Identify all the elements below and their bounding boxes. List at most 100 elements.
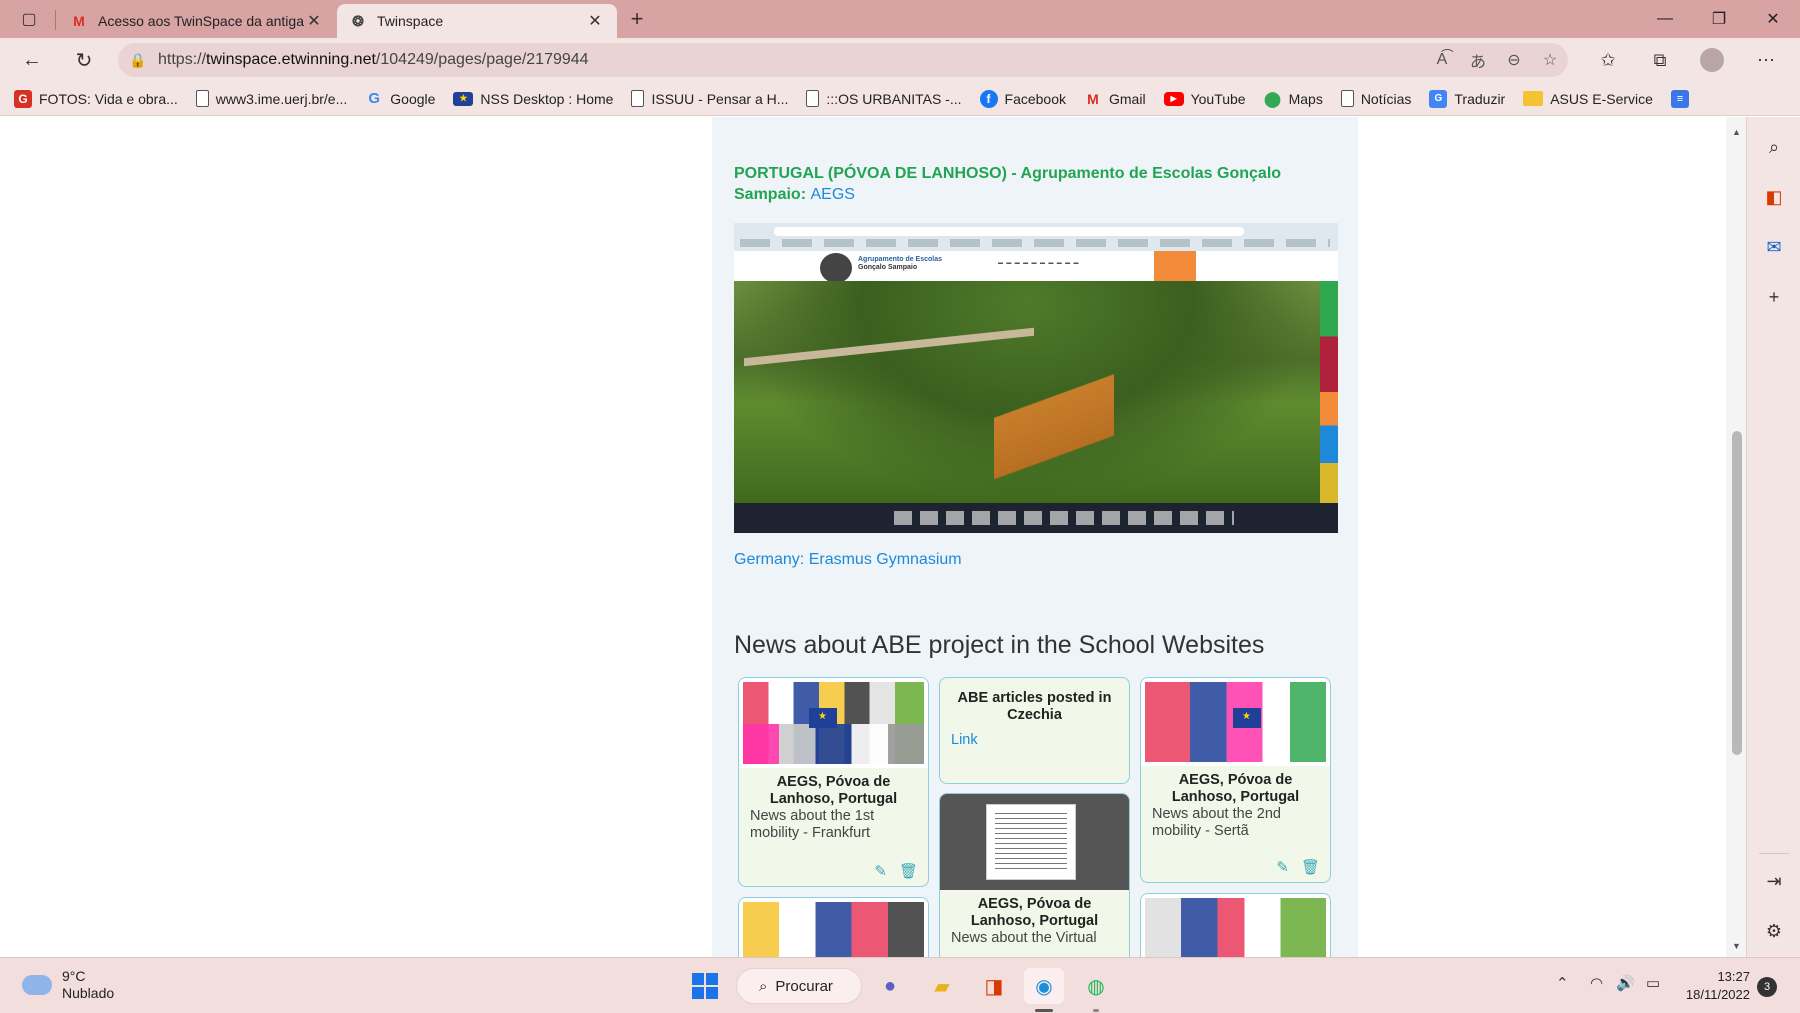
aegs-link[interactable]: AEGS [810,186,854,203]
school-heading: PORTUGAL (PÓVOA DE LANHOSO) - Agrupament… [734,163,1334,205]
canopy-shape [744,327,1034,367]
facebook-icon: f [979,89,998,108]
sidebar-divider [1759,853,1789,854]
close-tab-icon[interactable]: ✕ [304,11,324,31]
tab-twinspace[interactable]: ❂ Twinspace ✕ [337,4,617,38]
weather-condition: Nublado [62,985,115,1001]
show-hidden-icons-icon[interactable]: ⌃ [1556,974,1569,992]
scroll-up-icon[interactable]: ▲ [1732,127,1741,137]
g-icon: G [14,89,32,108]
hide-sidebar-icon[interactable]: ⇥ [1758,865,1790,897]
sidebar-settings-icon[interactable]: ⚙ [1758,915,1790,947]
page-icon [806,90,820,107]
favorite-youtube[interactable]: ▶ YouTube [1163,91,1246,107]
minimize-button[interactable]: — [1640,0,1690,38]
favorite-nss-desktop[interactable]: ★ NSS Desktop : Home [453,91,613,107]
favorite-facebook[interactable]: f Facebook [979,89,1066,108]
windows-taskbar: 9°C Nublado ⌕ Procurar ● ▰ ◨ ◉ ◍ ⌃ ◠ 🔊 ▭ … [0,957,1800,1013]
refresh-button[interactable]: ↻ [68,45,100,75]
battery-icon[interactable]: ▭ [1646,974,1660,992]
profile-avatar[interactable] [1694,45,1730,75]
news-card[interactable]: AEGS, Póvoa de Lanhoso, Portugal News ab… [1140,677,1331,883]
close-tab-icon[interactable]: ✕ [585,11,605,31]
new-tab-button[interactable]: + [622,6,652,32]
back-button[interactable]: ← [16,45,48,75]
tab-gmail[interactable]: M Acesso aos TwinSpace da antiga ✕ [58,4,336,38]
teams-chat-icon[interactable]: ● [870,968,910,1004]
edge-browser-icon[interactable]: ◉ [1024,968,1064,1004]
gmail-icon: M [73,13,85,29]
more-menu-icon[interactable]: ⋯ [1748,45,1784,75]
cloud-icon [22,975,52,995]
school-photo [734,281,1320,503]
wifi-icon[interactable]: ◠ [1590,974,1603,992]
temperature: 9°C [62,968,86,984]
start-button[interactable] [685,968,725,1004]
favorite-google[interactable]: G Google [365,90,435,108]
news-card[interactable] [1140,893,1331,957]
system-clock[interactable]: 13:27 18/11/2022 [1678,968,1750,1004]
screenshot-browser-chrome [734,223,1338,251]
card-link[interactable]: Link [940,724,1129,756]
favorite-maps[interactable]: ⬤ Maps [1264,90,1323,108]
edit-icon[interactable]: ✎ [1276,858,1289,876]
scroll-down-icon[interactable]: ▼ [1732,941,1741,951]
favorite-noticias[interactable]: Notícias [1340,90,1411,107]
card-thumbnail [940,794,1129,890]
news-card[interactable]: AEGS, Póvoa de Lanhoso, Portugal News ab… [939,793,1130,957]
spotify-icon[interactable]: ◍ [1076,968,1116,1004]
read-aloud-icon[interactable]: A͡ [1424,51,1460,69]
favorite-asus-eservice[interactable]: ASUS E-Service [1523,91,1653,107]
card-description: News about the Virtual [951,930,1097,946]
twinspace-icon: ❂ [352,12,364,29]
address-bar[interactable]: 🔒 https://twinspace.etwinning.net/104249… [118,43,1568,77]
close-window-button[interactable]: ✕ [1748,0,1798,38]
favorite-fotos[interactable]: G FOTOS: Vida e obra... [14,89,178,108]
screenshot-footer [734,503,1338,533]
translate-page-icon[interactable]: あ [1460,48,1496,72]
collections-icon[interactable]: ⧉ [1642,45,1678,75]
zoom-out-icon[interactable]: ⊖ [1496,50,1532,70]
edge-sidebar: ⌕ ◧ ✉ + ⇥ ⚙ [1746,117,1800,957]
office-app-icon[interactable]: ◨ [974,968,1014,1004]
favorite-traduzir[interactable]: G Traduzir [1429,89,1505,108]
favorites-overflow-button[interactable]: ≡ [1670,89,1696,108]
news-card[interactable]: AEGS, Póvoa de Lanhoso, Portugal News ab… [738,677,929,887]
maximize-button[interactable]: ❐ [1694,0,1744,38]
favorite-ime-uerj[interactable]: www3.ime.uerj.br/e... [195,90,347,107]
page-scrollbar[interactable]: ▲ ▼ [1726,117,1746,957]
news-card[interactable] [738,897,929,957]
favorite-gmail[interactable]: M Gmail [1084,90,1145,108]
outlook-icon[interactable]: ✉ [1758,231,1790,263]
page-icon [631,90,645,107]
weather-widget[interactable]: 9°C Nublado [22,968,114,1002]
edit-icon[interactable]: ✎ [874,862,887,880]
scrollbar-thumb[interactable] [1732,431,1742,755]
card-thumbnail [739,898,928,957]
tab-actions-icon[interactable]: ▢ [12,6,46,32]
screenshot-menu: ▬ ▬ ▬ ▬ ▬ ▬ ▬ ▬ ▬ ▬ [998,260,1080,266]
add-favorite-icon[interactable]: ☆ [1532,50,1568,70]
office-icon[interactable]: ◧ [1758,181,1790,213]
taskbar-search[interactable]: ⌕ Procurar [736,968,862,1004]
sidebar-search-icon[interactable]: ⌕ [1758,131,1790,163]
germany-link[interactable]: Germany: Erasmus Gymnasium [734,551,962,569]
trash-icon[interactable]: 🗑 [1301,858,1320,876]
trash-icon[interactable]: 🗑 [899,862,918,880]
favorites-icon[interactable]: ✩ [1590,45,1626,75]
add-sidebar-app-icon[interactable]: + [1758,281,1790,313]
news-card[interactable]: ABE articles posted in Czechia Link [939,677,1130,784]
favorite-os-urbanitas[interactable]: :::OS URBANITAS -... [806,90,962,107]
card-title: ABE articles posted in Czechia [957,690,1112,723]
favorite-issuu[interactable]: ISSUU - Pensar a H... [631,90,788,107]
tab-title: Acesso aos TwinSpace da antiga [98,13,304,29]
lock-icon[interactable]: 🔒 [118,52,158,69]
file-explorer-icon[interactable]: ▰ [922,968,962,1004]
volume-icon[interactable]: 🔊 [1616,974,1635,992]
active-app-indicator [1035,1009,1053,1012]
url-text[interactable]: https://twinspace.etwinning.net/104249/p… [158,51,1424,69]
notification-badge[interactable]: 3 [1757,977,1777,997]
content-column: PORTUGAL (PÓVOA DE LANHOSO) - Agrupament… [712,117,1358,957]
maps-icon: ⬤ [1264,90,1281,108]
screenshot-menu-highlight [1154,251,1196,281]
